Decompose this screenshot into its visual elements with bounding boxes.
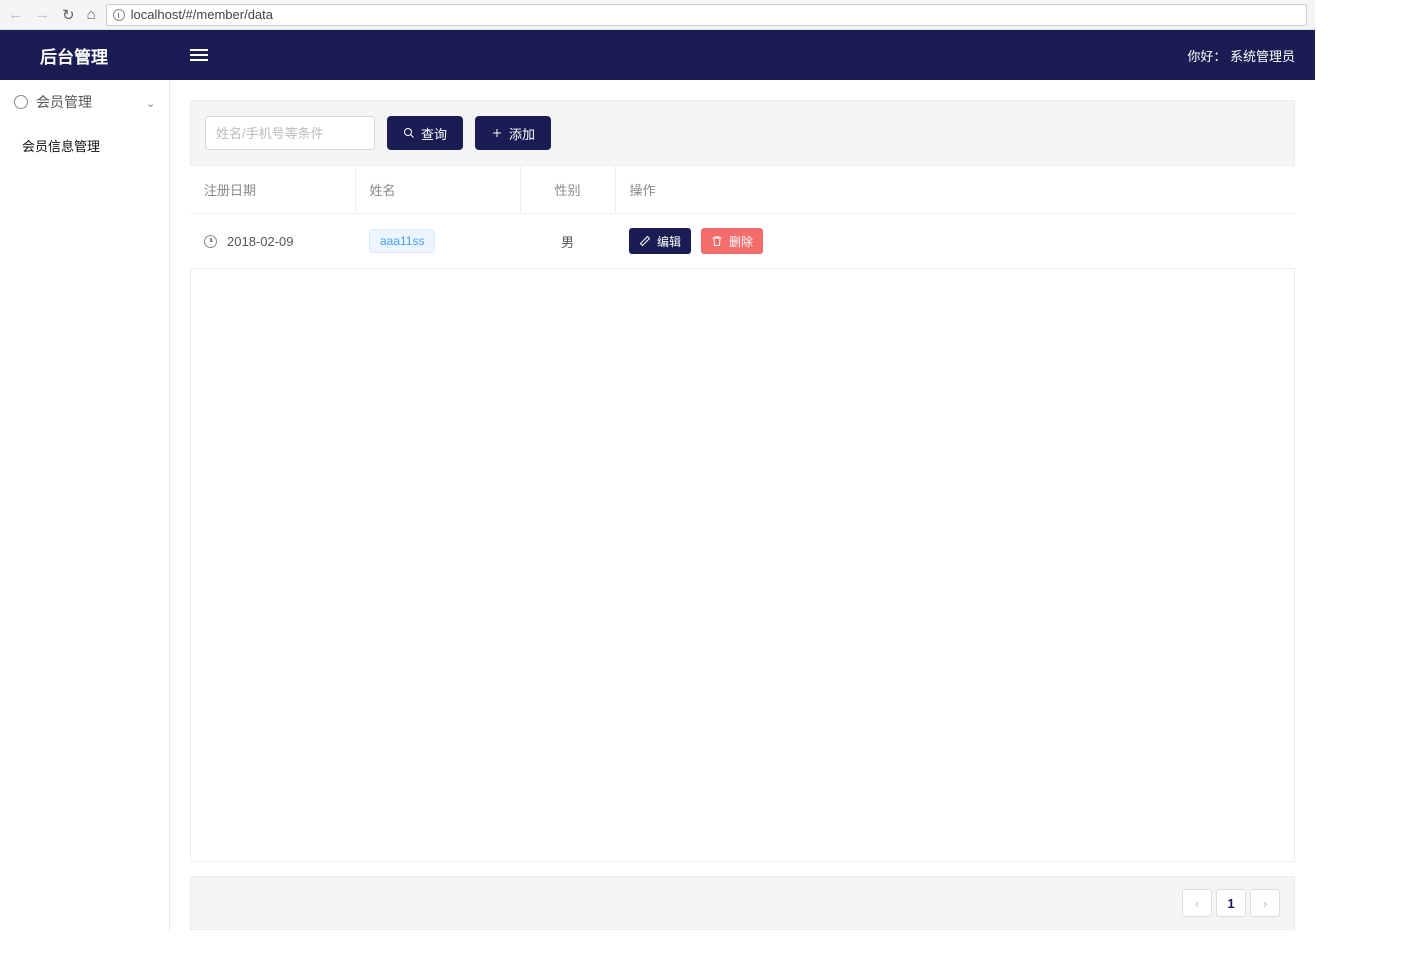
trash-icon [711,235,723,247]
pagination: ‹ 1 › [1182,889,1280,917]
col-gender: 性别 [520,166,615,214]
sidebar-item-member-info[interactable]: 会员信息管理 [0,124,169,167]
cell-actions: 编辑 删除 [615,214,1295,269]
chevron-up-icon: ⌃ [146,96,155,109]
chevron-right-icon: › [1263,896,1267,911]
username: 系统管理员 [1230,49,1295,64]
table-header-row: 注册日期 姓名 性别 操作 [190,166,1295,214]
user-icon [14,95,28,109]
delete-button-label: 删除 [729,233,753,250]
toolbar: 查询 添加 [190,100,1295,166]
url-text: localhost/#/member/data [131,7,273,22]
browser-bar: ← → ↻ ⌂ i localhost/#/member/data [0,0,1315,30]
add-button-label: 添加 [509,124,535,143]
menu-toggle-icon[interactable] [190,49,208,61]
edit-icon [639,235,651,247]
page-prev[interactable]: ‹ [1182,889,1212,917]
chevron-left-icon: ‹ [1195,896,1199,911]
col-actions: 操作 [615,166,1295,214]
table-empty-area [190,269,1295,862]
search-input[interactable] [205,116,375,150]
sidebar-group-label: 会员管理 [36,92,92,112]
cell-gender: 男 [520,214,615,269]
search-icon [403,127,415,139]
col-name: 姓名 [355,166,520,214]
cell-name: aaa11ss [355,214,520,269]
delete-button[interactable]: 删除 [701,228,763,254]
edit-button[interactable]: 编辑 [629,228,691,254]
member-table: 注册日期 姓名 性别 操作 2018-02-09 aaa11ss [190,166,1295,269]
pagination-bar: ‹ 1 › [190,876,1295,930]
back-icon[interactable]: ← [8,6,23,23]
address-bar[interactable]: i localhost/#/member/data [106,4,1307,26]
col-date: 注册日期 [190,166,355,214]
plus-icon [491,127,503,139]
sidebar-group-member[interactable]: 会员管理 ⌃ [0,80,169,124]
clock-icon [204,235,217,248]
table-row: 2018-02-09 aaa11ss 男 编辑 [190,214,1295,269]
main-content: 查询 添加 注册日期 姓名 性别 操作 [170,80,1315,930]
sidebar: 会员管理 ⌃ 会员信息管理 [0,80,170,930]
page-next[interactable]: › [1250,889,1280,917]
date-text: 2018-02-09 [227,234,294,249]
cell-date: 2018-02-09 [190,214,355,269]
forward-icon[interactable]: → [35,6,50,23]
user-greeting: 你好： 系统管理员 [1187,46,1295,65]
home-icon[interactable]: ⌂ [87,6,96,23]
page-number[interactable]: 1 [1216,889,1246,917]
sidebar-item-label: 会员信息管理 [22,139,100,154]
query-button-label: 查询 [421,124,447,143]
reload-icon[interactable]: ↻ [62,6,75,24]
info-icon: i [113,9,125,21]
greeting-prefix: 你好： [1187,49,1226,64]
name-tag: aaa11ss [369,229,435,253]
page-number-text: 1 [1227,896,1234,911]
app-body: 会员管理 ⌃ 会员信息管理 查询 添加 注册日期 姓名 性别 [0,80,1315,930]
add-button[interactable]: 添加 [475,116,551,150]
browser-nav: ← → ↻ ⌂ [8,6,96,24]
query-button[interactable]: 查询 [387,116,463,150]
app-title: 后台管理 [40,43,190,68]
app-header: 后台管理 你好： 系统管理员 [0,30,1315,80]
edit-button-label: 编辑 [657,233,681,250]
